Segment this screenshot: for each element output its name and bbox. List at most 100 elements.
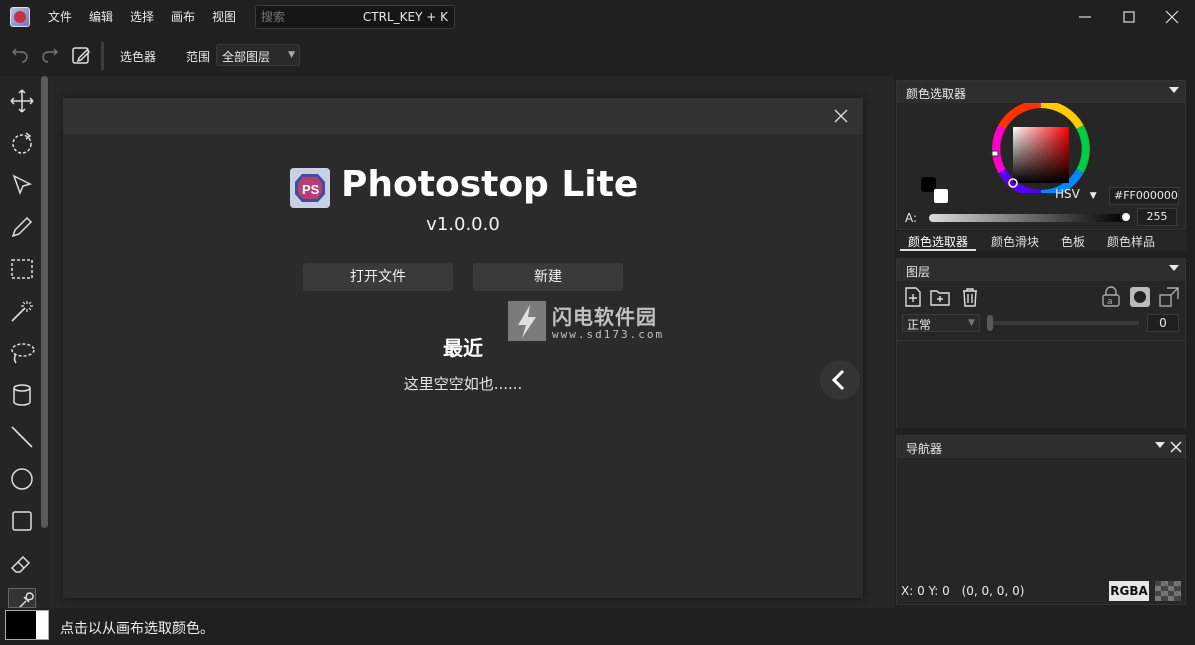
alpha-value-input[interactable]: 255 — [1137, 208, 1177, 226]
open-file-button[interactable]: 打开文件 — [303, 263, 453, 291]
search-shortcut-label: CTRL_KEY + K — [362, 10, 448, 24]
color-panel-header[interactable]: 颜色选取器 — [897, 81, 1185, 103]
magic-wand-tool[interactable] — [8, 297, 36, 325]
layer-list[interactable] — [897, 340, 1185, 428]
edit-icon[interactable] — [70, 44, 92, 66]
maximize-icon[interactable] — [1118, 6, 1140, 28]
close-icon[interactable] — [833, 108, 849, 124]
svg-text:a: a — [1107, 297, 1113, 307]
layers-panel-header[interactable]: 图层 — [897, 259, 1185, 281]
layers-panel-title: 图层 — [906, 265, 931, 279]
circle-icon — [11, 468, 33, 490]
lasso-tool[interactable] — [8, 339, 36, 367]
layers-panel: 图层 a 正常 ▼ 0 — [896, 258, 1186, 428]
eyedropper-tool[interactable] — [8, 588, 36, 608]
rotate-icon — [12, 132, 32, 154]
app-name-title: Photostop Lite — [341, 164, 639, 205]
undo-icon[interactable] — [9, 44, 31, 66]
pencil-icon — [11, 216, 33, 238]
color-mode-select[interactable]: HSV ▼ — [1055, 187, 1097, 201]
link-layers-icon[interactable] — [1158, 286, 1180, 308]
new-file-button[interactable]: 新建 — [473, 263, 623, 291]
close-icon[interactable] — [1170, 441, 1182, 453]
opacity-slider[interactable] — [989, 321, 1139, 325]
ellipse-tool[interactable] — [8, 465, 36, 493]
menu-view[interactable]: 视图 — [212, 8, 236, 25]
app-logo-icon — [10, 7, 30, 27]
pencil-tool[interactable] — [8, 213, 36, 241]
rotate-tool[interactable] — [8, 129, 36, 157]
navigator-panel: 导航器 X: 0 Y: 0 (0, 0, 0, 0) RGBA — [896, 435, 1186, 605]
line-tool[interactable] — [8, 423, 36, 451]
mask-icon[interactable] — [1129, 286, 1151, 308]
eraser-tool[interactable] — [8, 549, 36, 577]
lightning-icon — [518, 305, 536, 338]
cursor-icon — [12, 174, 33, 196]
watermark: 闪电软件园 www.sd173.com — [508, 301, 688, 345]
navigator-panel-header[interactable]: 导航器 — [897, 436, 1185, 458]
opacity-slider-handle[interactable] — [987, 315, 993, 331]
move-tool[interactable] — [8, 87, 36, 115]
new-group-icon[interactable] — [929, 286, 951, 308]
minimize-icon[interactable] — [1074, 6, 1096, 28]
chevron-down-icon[interactable] — [1169, 265, 1179, 271]
alpha-slider-handle[interactable] — [1120, 211, 1132, 223]
hex-input[interactable]: #FF000000 — [1109, 187, 1179, 205]
coords-value: X: 0 Y: 0 — [901, 584, 950, 598]
toolbar: 选色器 范围 全部图层 ▼ — [0, 38, 1195, 74]
search-input[interactable] — [261, 9, 361, 25]
tab-color-picker[interactable]: 颜色选取器 — [908, 233, 968, 250]
cursor-coordinates: X: 0 Y: 0 (0, 0, 0, 0) — [901, 584, 1024, 598]
current-color-swatch[interactable] — [5, 610, 49, 640]
bucket-tool[interactable] — [8, 381, 36, 409]
watermark-url: www.sd173.com — [552, 328, 665, 341]
lock-icon[interactable]: a — [1100, 286, 1122, 308]
photostop-logo-icon: PS — [290, 168, 330, 208]
chevron-down-icon[interactable] — [1169, 87, 1179, 93]
opacity-input[interactable]: 0 — [1147, 314, 1179, 332]
menu-select[interactable]: 选择 — [130, 8, 154, 25]
marquee-tool[interactable] — [8, 255, 36, 283]
pixel-color-value: (0, 0, 0, 0) — [961, 584, 1025, 598]
menu-edit[interactable]: 编辑 — [89, 8, 113, 25]
color-tabs: 颜色选取器 颜色滑块 色板 颜色样品 — [896, 231, 1186, 251]
back-button[interactable] — [820, 360, 860, 400]
menu-bar: 文件 编辑 选择 画布 视图 CTRL_KEY + K — [0, 0, 1195, 34]
dialog-header — [63, 98, 863, 134]
color-format-button[interactable]: RGBA — [1109, 581, 1149, 601]
rectangle-icon — [12, 511, 32, 531]
recent-heading: 最近 — [443, 336, 483, 360]
redo-icon[interactable] — [39, 44, 61, 66]
alpha-slider[interactable] — [929, 214, 1125, 222]
magic-wand-icon — [11, 301, 33, 322]
brand-logo: PS — [290, 168, 330, 208]
close-window-icon[interactable] — [1161, 6, 1183, 28]
new-layer-icon[interactable] — [902, 286, 924, 308]
tab-color-samples[interactable]: 颜色样品 — [1107, 233, 1155, 250]
navigator-panel-title: 导航器 — [906, 442, 943, 456]
tab-swatches[interactable]: 色板 — [1061, 233, 1085, 250]
recent-empty-message: 这里空空如也...... — [403, 375, 523, 393]
range-select-value: 全部图层 — [222, 50, 271, 64]
color-panel-title: 颜色选取器 — [906, 87, 967, 101]
rectangle-tool[interactable] — [8, 507, 36, 535]
secondary-color-swatch[interactable] — [934, 189, 948, 203]
menu-canvas[interactable]: 画布 — [171, 8, 195, 25]
marquee-icon — [11, 259, 33, 279]
color-picker-panel: 颜色选取器 HSV ▼ #FF000000 A: 255 — [896, 80, 1186, 230]
chevron-down-icon: ▼ — [968, 318, 975, 328]
color-wheel[interactable] — [989, 103, 1093, 193]
menu-file[interactable]: 文件 — [48, 8, 72, 25]
eyedropper-icon — [18, 592, 34, 607]
chevron-down-icon[interactable] — [1155, 442, 1165, 448]
trash-icon[interactable] — [959, 286, 981, 308]
blend-mode-value: 正常 — [907, 318, 932, 332]
move-icon — [10, 89, 34, 113]
select-tool[interactable] — [8, 171, 36, 199]
blend-mode-select[interactable]: 正常 ▼ — [902, 314, 980, 332]
tab-color-sliders[interactable]: 颜色滑块 — [991, 233, 1039, 250]
bucket-icon — [13, 384, 31, 406]
tool-scrollbar[interactable] — [41, 76, 48, 528]
range-select[interactable]: 全部图层 ▼ — [216, 44, 300, 66]
status-message: 点击以从画布选取颜色。 — [60, 621, 214, 637]
